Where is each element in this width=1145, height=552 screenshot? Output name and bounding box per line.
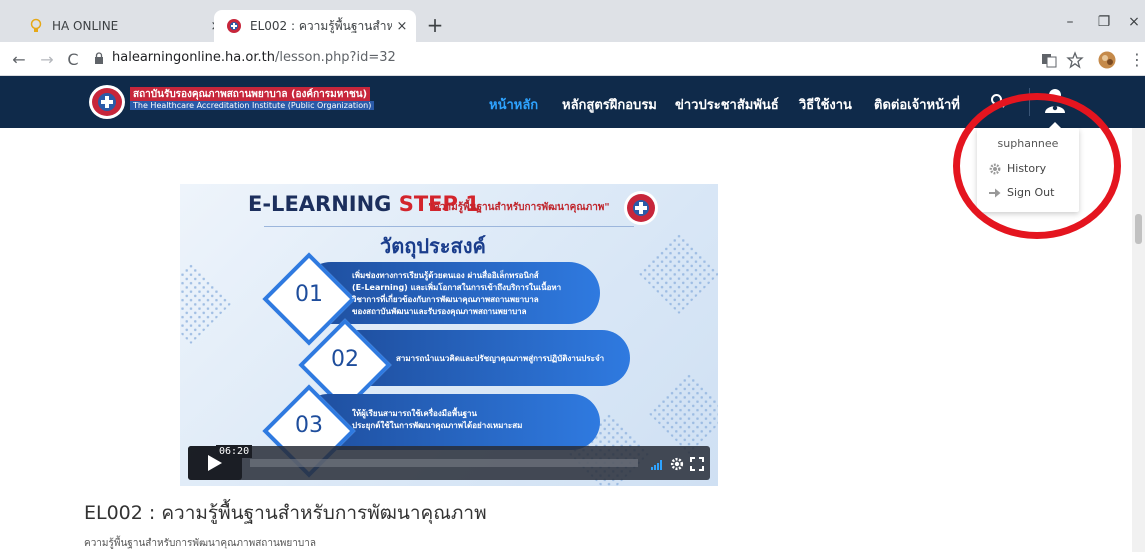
ha-logo-icon [227, 19, 241, 33]
url-domain: halearningonline.ha.or.th [112, 50, 275, 65]
browser-toolbar: ← → C halearningonline.ha.or.th/lesson.p… [0, 42, 1145, 76]
objective-line: สามารถนำแนวคิดและปรัชญาคุณภาพสู่การปฏิบั… [396, 354, 605, 363]
new-tab-button[interactable]: + [424, 13, 446, 37]
objective-line: วิชาการที่เกี่ยวข้องกับการพัฒนาคุณภาพสถา… [352, 295, 539, 304]
ha-logo[interactable] [88, 84, 126, 120]
objective-line: ประยุกต์ใช้ในการพัฒนาคุณภาพได้อย่างเหมาะ… [352, 421, 523, 430]
profile-avatar-icon[interactable] [1098, 51, 1116, 69]
menu-how-to-use[interactable]: วิธีใช้งาน [799, 94, 852, 115]
logo-text-english: The Healthcare Accreditation Institute (… [130, 101, 375, 110]
objectives-heading: วัตถุประสงค์ [380, 234, 486, 258]
tab-title: HA ONLINE [52, 19, 119, 33]
annotation-circle [953, 93, 1121, 239]
menu-contact[interactable]: ติดต่อเจ้าหน้าที่ [874, 94, 960, 115]
volume-icon[interactable] [650, 457, 664, 471]
window-close-button[interactable]: × [1124, 14, 1144, 30]
dot-pattern [180, 261, 233, 345]
restore-button[interactable]: ❐ [1094, 14, 1114, 30]
scrollbar-track[interactable] [1132, 128, 1145, 552]
lesson-description: ความรู้พื้นฐานสำหรับการพัฒนาคุณภาพสถานพย… [84, 538, 316, 549]
menu-news[interactable]: ข่าวประชาสัมพันธ์ [675, 94, 779, 115]
lightbulb-icon [30, 18, 42, 32]
objective-line: ให้ผู้เรียนสามารถใช้เครื่องมือพื้นฐาน [352, 409, 477, 418]
video-title-sub: "ความรู้พื้นฐานสำหรับการพัฒนาคุณภาพ" [428, 202, 610, 213]
translate-icon[interactable] [1040, 51, 1058, 69]
minimize-button[interactable]: – [1060, 14, 1080, 30]
forward-button[interactable]: → [38, 50, 56, 69]
lesson-video[interactable]: E-LEARNING STEP 1 "ความรู้พื้นฐานสำหรับก… [180, 184, 718, 486]
objective-text: สามารถนำแนวคิดและปรัชญาคุณภาพสู่การปฏิบั… [396, 353, 604, 365]
menu-courses[interactable]: หลักสูตรฝึกอบรม [562, 94, 657, 115]
objective-number: 02 [331, 347, 359, 372]
back-button[interactable]: ← [10, 50, 28, 69]
objective-number: 01 [295, 282, 323, 307]
lock-icon [95, 52, 103, 64]
lesson-title: EL002 : ความรู้พื้นฐานสำหรับการพัฒนาคุณภ… [84, 502, 487, 524]
objective-line: (E-Learning) และเพิ่มโอกาสในการเข้าถึงบร… [352, 283, 562, 292]
objective-line: ของสถาบันพัฒนาและรับรองคุณภาพสถานพยาบาล [352, 307, 527, 316]
browser-tab-bar: HA ONLINE × EL002 : ความรู้พื้นฐานสำหรับ… [0, 0, 1145, 42]
tab-title: EL002 : ความรู้พื้นฐานสำหรับการพัฒ [250, 18, 392, 33]
title-rule [264, 226, 634, 227]
reload-button[interactable]: C [64, 50, 82, 69]
menu-home[interactable]: หน้าหลัก [489, 94, 538, 115]
video-title-prefix: E-LEARNING [248, 192, 392, 216]
objective-line: เพิ่มช่องทางการเรียนรู้ด้วยตนเอง ผ่านสื่… [352, 271, 539, 280]
tab-ha-online[interactable]: HA ONLINE × [16, 10, 230, 42]
video-controls [188, 446, 710, 480]
scrollbar-thumb[interactable] [1135, 214, 1142, 244]
objective-text: ให้ผู้เรียนสามารถใช้เครื่องมือพื้นฐาน ปร… [352, 408, 522, 432]
address-bar[interactable]: halearningonline.ha.or.th/lesson.php?id=… [112, 50, 396, 65]
star-icon[interactable] [1066, 51, 1084, 69]
tab-lesson[interactable]: EL002 : ความรู้พื้นฐานสำหรับการพัฒ × [214, 10, 416, 42]
logo-text-thai: สถาบันรับรองคุณภาพสถานพยาบาล (องค์การมหา… [130, 87, 371, 102]
fullscreen-icon[interactable] [690, 457, 704, 471]
dot-pattern [647, 371, 718, 455]
settings-gear-icon[interactable] [670, 457, 684, 471]
time-tooltip: 06:20 [216, 445, 253, 458]
dot-pattern [637, 231, 718, 315]
menu-dots-icon[interactable]: ⋮ [1128, 50, 1145, 69]
video-progress-bar[interactable] [250, 459, 638, 467]
objective-text: เพิ่มช่องทางการเรียนรู้ด้วยตนเอง ผ่านสื่… [352, 270, 561, 318]
objective-number: 03 [295, 413, 323, 438]
tab-close-button[interactable]: × [392, 19, 412, 34]
url-path: /lesson.php?id=32 [274, 50, 396, 65]
video-ha-logo [624, 191, 658, 225]
